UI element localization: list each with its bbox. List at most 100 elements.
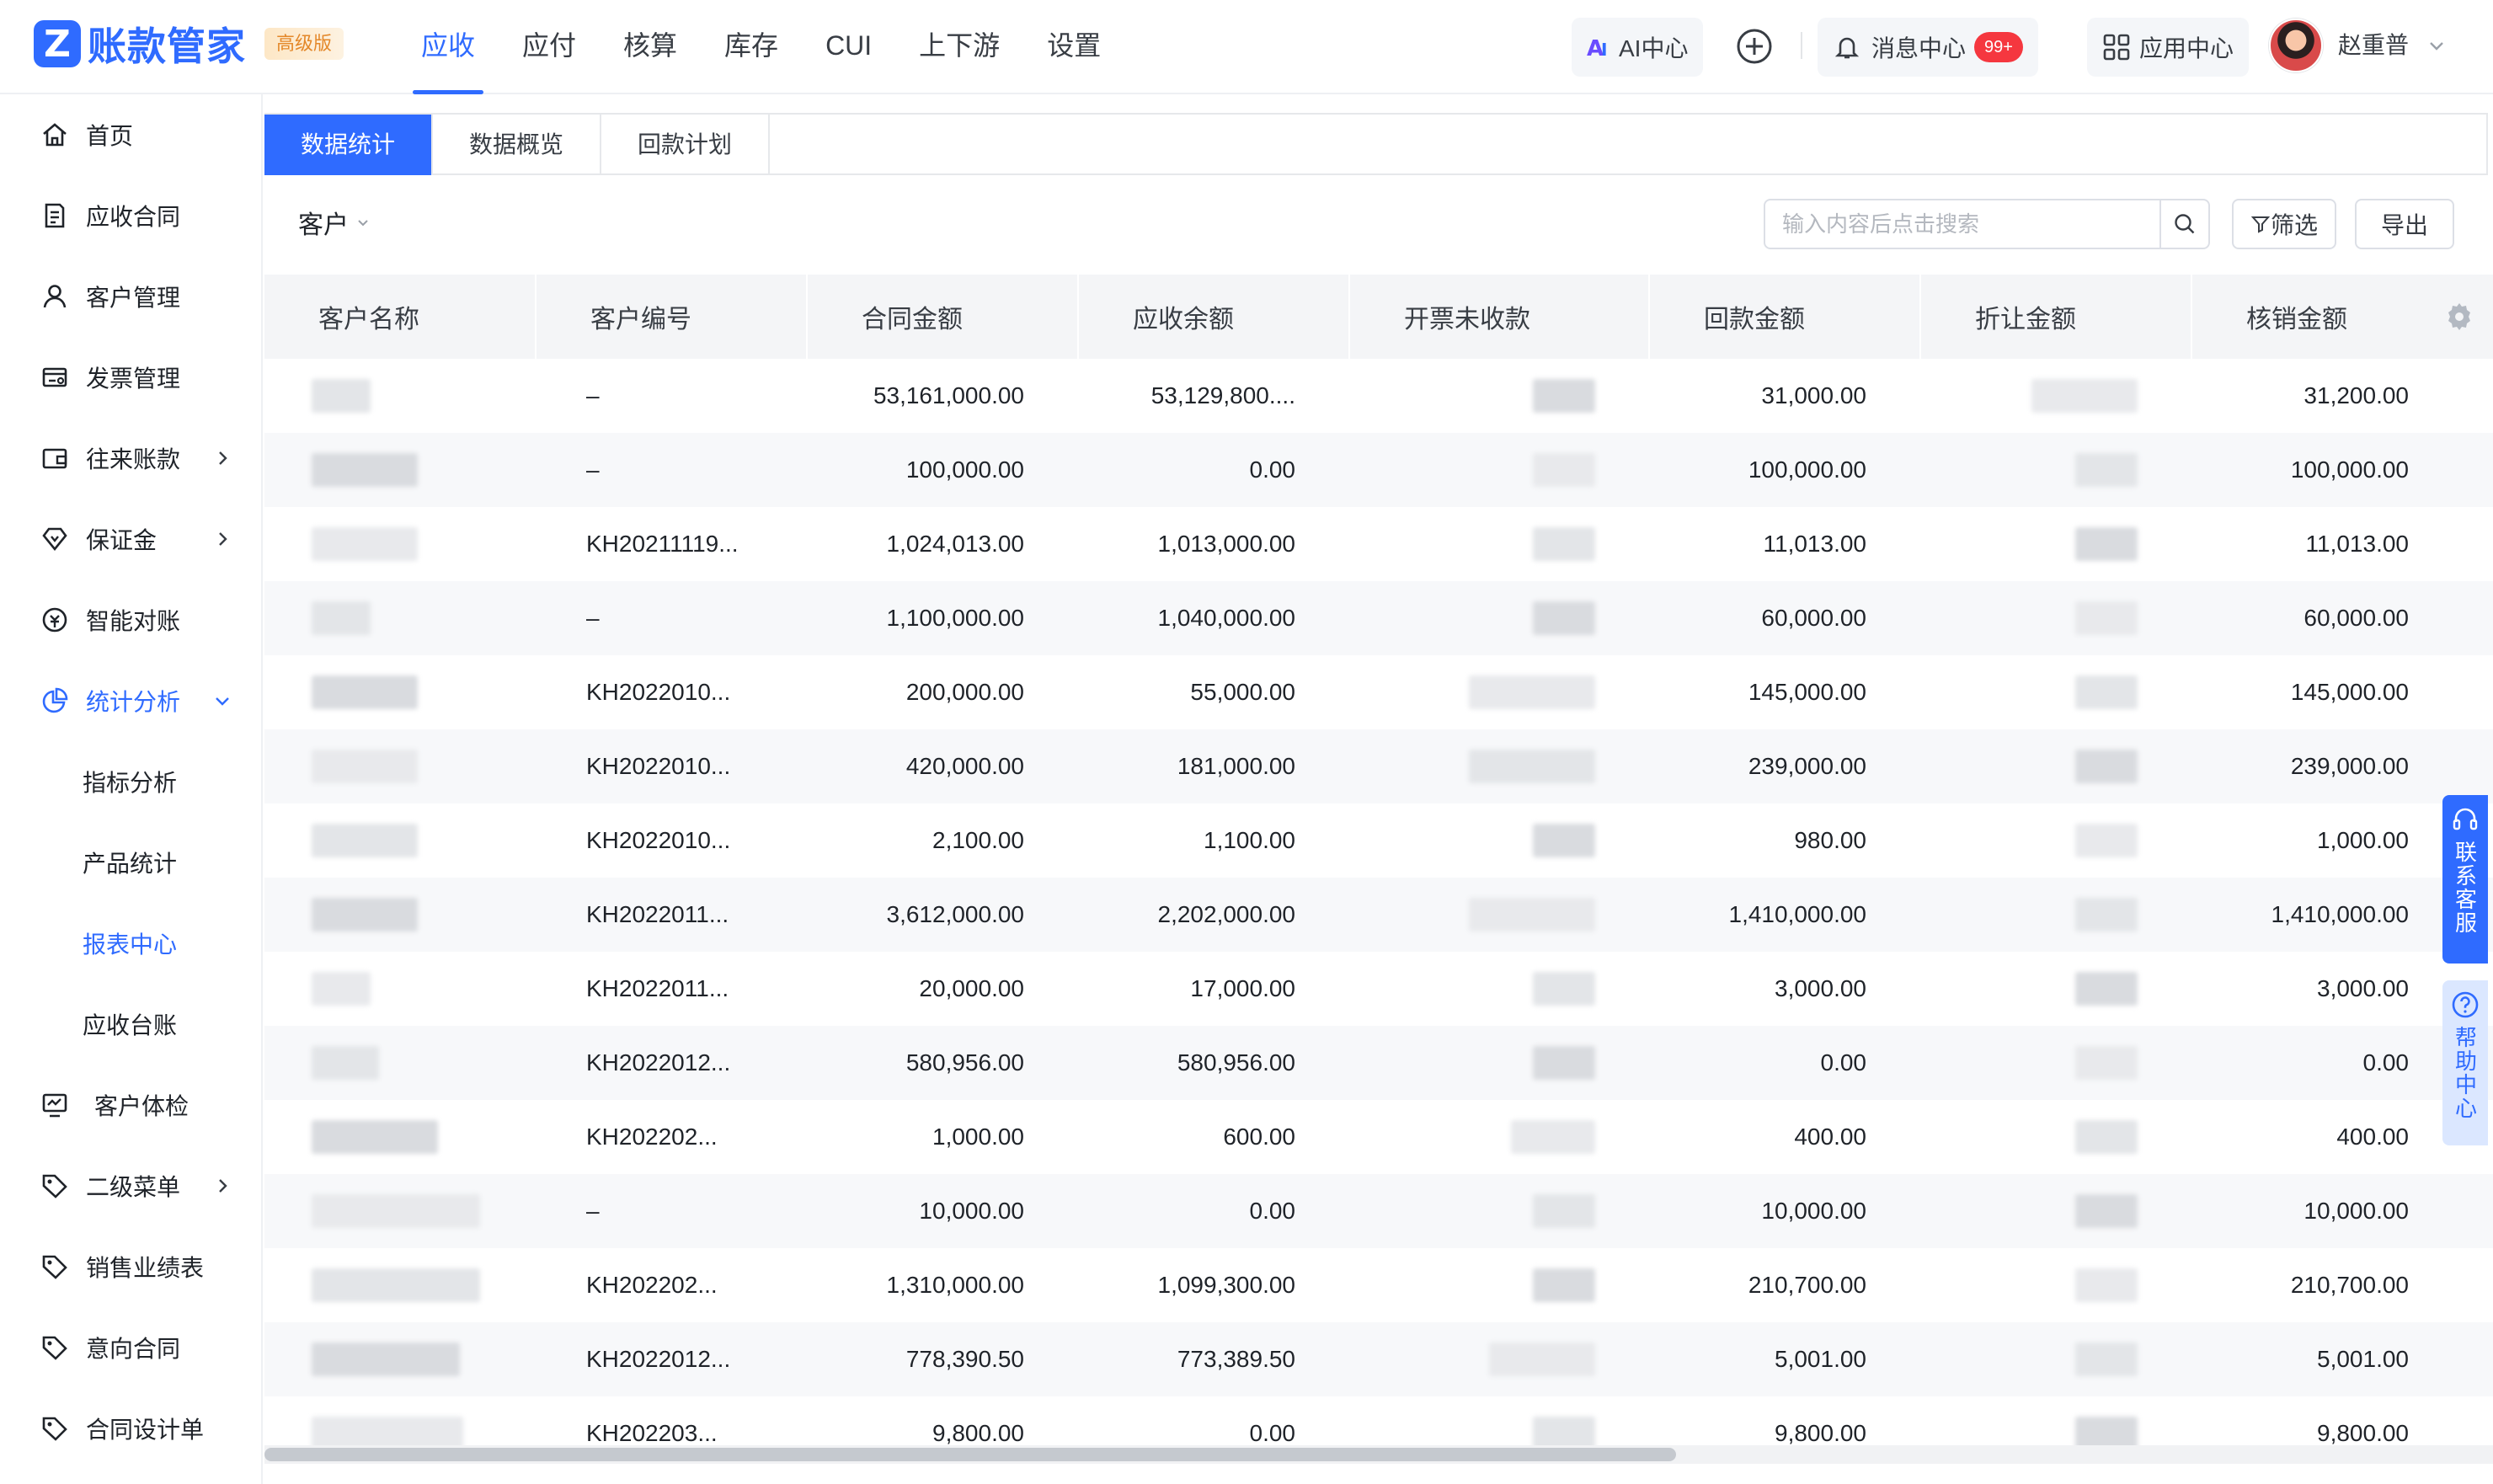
cell-payment-amount: 210,700.00: [1748, 1272, 1866, 1298]
tab-data-overview[interactable]: 数据概览: [433, 115, 601, 175]
report-table: 客户名称 客户编号 合同金额 应收余额 开票未收款 回款金额 折让金额 核销金额…: [264, 275, 2493, 1471]
cell-more: [2463, 433, 2493, 507]
table-row[interactable]: KH2022011... 3,612,000.00 2,202,000.00 1,41…: [264, 878, 2493, 952]
table-row[interactable]: –10,000.000.0010,000.0010,000.0010,0: [264, 1174, 2493, 1248]
redacted-value: [2075, 1268, 2138, 1302]
column-header-invoiced-unpaid[interactable]: 开票未收款: [1349, 275, 1650, 359]
help-center-button[interactable]: 帮助中心: [2442, 980, 2488, 1145]
scrollbar-thumb[interactable]: [264, 1448, 1676, 1461]
cell-discount-amount: [1920, 729, 2191, 803]
redacted-value: [312, 1194, 480, 1228]
nav-cui[interactable]: CUI: [825, 0, 872, 94]
sidebar-item-home[interactable]: 首页: [0, 94, 263, 175]
table-row[interactable]: KH2022012... 580,956.00 580,956.00 0.00 0.00: [264, 1026, 2493, 1100]
chevron-right-icon: [219, 451, 227, 465]
table-row[interactable]: KH2022012... 778,390.50 773,389.50 5,001.00…: [264, 1322, 2493, 1396]
sidebar-subitem-report-center[interactable]: 报表中心: [0, 903, 263, 984]
nav-inventory[interactable]: 库存: [724, 0, 778, 94]
cell-contract-amount: 53,161,000.00: [873, 382, 1024, 408]
sidebar-item-statistics[interactable]: 统计分析: [0, 660, 263, 741]
search-input[interactable]: [1765, 200, 2160, 248]
table-row[interactable]: KH202202... 1,310,000.00 1,099,300.00 210,7…: [264, 1248, 2493, 1322]
sidebar-item-deposit[interactable]: 保证金: [0, 499, 263, 579]
nav-settings[interactable]: 设置: [1047, 0, 1101, 94]
cell-contract-amount: 1,024,013.00: [886, 531, 1025, 557]
column-header-discount-amount[interactable]: 折让金额: [1920, 275, 2192, 359]
table-row[interactable]: KH2022011... 20,000.00 17,000.00 3,000.00 3,…: [264, 952, 2493, 1026]
cell-customer-name: [264, 433, 536, 507]
nav-accounting[interactable]: 核算: [623, 0, 677, 94]
tab-data-statistics[interactable]: 数据统计: [264, 115, 433, 175]
headset-icon: [2453, 808, 2478, 830]
cell-payment-amount: 400.00: [1794, 1124, 1866, 1150]
sidebar-item-smart-reconcile[interactable]: 智能对账: [0, 579, 263, 660]
logo-icon: Z: [34, 20, 81, 67]
customer-dimension-select[interactable]: 客户: [298, 204, 371, 241]
cell-payment-amount: 239,000.00: [1649, 729, 1920, 803]
sidebar-item-submenu[interactable]: 二级菜单: [0, 1145, 263, 1226]
column-settings-button[interactable]: [2426, 275, 2493, 359]
chevron-down-icon: [216, 697, 229, 706]
redacted-value: [2075, 1120, 2138, 1154]
add-icon[interactable]: [1735, 27, 1774, 66]
sidebar-item-contract-design[interactable]: 合同设计单: [0, 1388, 263, 1469]
sidebar-item-customers[interactable]: 客户管理: [0, 256, 263, 337]
horizontal-scrollbar[interactable]: [264, 1445, 2493, 1464]
table-row[interactable]: KH2022010... 420,000.00 181,000.00 239,000.…: [264, 729, 2493, 803]
table-row[interactable]: KH2022010... 200,000.00 55,000.00 145,000.0…: [264, 655, 2493, 729]
username[interactable]: 赵重普: [2338, 27, 2409, 64]
column-header-contract-amount[interactable]: 合同金额: [807, 275, 1079, 359]
brand-name: 账款管家: [88, 24, 246, 69]
cell-invoiced-unpaid: [1349, 803, 1649, 878]
redacted-value: [2075, 675, 2138, 709]
cell-receivable-balance: 600.00: [1223, 1124, 1295, 1150]
search-button[interactable]: [2159, 200, 2208, 248]
nav-payable[interactable]: 应付: [522, 0, 576, 94]
column-header-customer-code[interactable]: 客户编号: [536, 275, 808, 359]
table-row[interactable]: –1,100,000.00 1,040,000.00 60,000.00 60,000…: [264, 581, 2493, 655]
column-header-writeoff-amount[interactable]: 核销金额: [2191, 275, 2464, 359]
sidebar-subitem-product-stats[interactable]: 产品统计: [0, 822, 263, 903]
app-center-button[interactable]: 应用中心: [2087, 18, 2250, 77]
sidebar-item-sales-performance[interactable]: 销售业绩表: [0, 1226, 263, 1307]
sidebar-item-invoices[interactable]: 发票管理: [0, 337, 263, 418]
nav-receivable[interactable]: 应收: [412, 0, 484, 94]
cell-writeoff-amount: 31,200.00: [2303, 382, 2409, 408]
redacted-value: [312, 972, 371, 1006]
cell-payment-amount: 31,000.00: [1761, 382, 1866, 408]
sidebar-item-accounts[interactable]: 往来账款: [0, 418, 263, 499]
table-row[interactable]: KH2022010... 2,100.00 1,100.00 980.00 1,000.…: [264, 803, 2493, 878]
table-row[interactable]: – 53,161,000.00 53,129,800.... 31,000.00 31,…: [264, 359, 2493, 433]
cell-invoiced-unpaid: [1349, 1026, 1649, 1100]
sidebar-item-receivable-contract[interactable]: 应收合同: [0, 175, 263, 256]
cell-discount-amount: [1920, 1248, 2191, 1322]
column-header-payment-amount[interactable]: 回款金额: [1649, 275, 1921, 359]
table-row[interactable]: –100,000.00 0.00 100,000.00 100,000.00: [264, 433, 2493, 507]
table-row[interactable]: KH20211119... 1,024,013.00 1,013,000.00 11,…: [264, 507, 2493, 581]
tab-payment-plan[interactable]: 回款计划: [601, 115, 770, 175]
export-button[interactable]: 导出: [2355, 199, 2454, 249]
contact-support-button[interactable]: 联系客服: [2442, 795, 2488, 964]
column-header-receivable-balance[interactable]: 应收余额: [1078, 275, 1350, 359]
chevron-down-icon: [358, 220, 368, 227]
nav-supply-chain[interactable]: 上下游: [919, 0, 1000, 94]
ai-center-button[interactable]: AI AI中心: [1572, 18, 1704, 77]
cell-customer-name: [264, 507, 536, 581]
sidebar-subitem-indicator-analysis[interactable]: 指标分析: [0, 741, 263, 822]
cell-invoiced-unpaid: [1349, 655, 1649, 729]
filter-button-label: 筛选: [2270, 212, 2318, 238]
top-bar: Z 账款管家 高级版 应收 应付 核算 库存 CUI 上下游 设置 AI AI中…: [0, 0, 2493, 94]
chevron-down-icon[interactable]: [2426, 35, 2448, 57]
cell-discount-amount: [1920, 1174, 2191, 1248]
table-row[interactable]: KH202202... 1,000.00 600.00 400.00 400.00: [264, 1100, 2493, 1174]
sidebar-subitem-receivable-ledger[interactable]: 应收台账: [0, 984, 263, 1065]
sidebar-item-customer-checkup[interactable]: 客户体检: [0, 1065, 263, 1145]
column-header-customer-name[interactable]: 客户名称: [264, 275, 537, 359]
brand-logo[interactable]: Z 账款管家 高级版: [34, 19, 344, 69]
message-center-button[interactable]: 消息中心 99+: [1818, 18, 2038, 77]
sidebar: 首页 应收合同 客户管理 发票管理 往来账款 保证金 智能对账 统计分析 指标分…: [0, 94, 263, 1484]
filter-button[interactable]: 筛选: [2232, 199, 2336, 249]
avatar[interactable]: [2269, 19, 2323, 72]
sidebar-item-intent-contract[interactable]: 意向合同: [0, 1307, 263, 1388]
redacted-value: [312, 527, 418, 561]
